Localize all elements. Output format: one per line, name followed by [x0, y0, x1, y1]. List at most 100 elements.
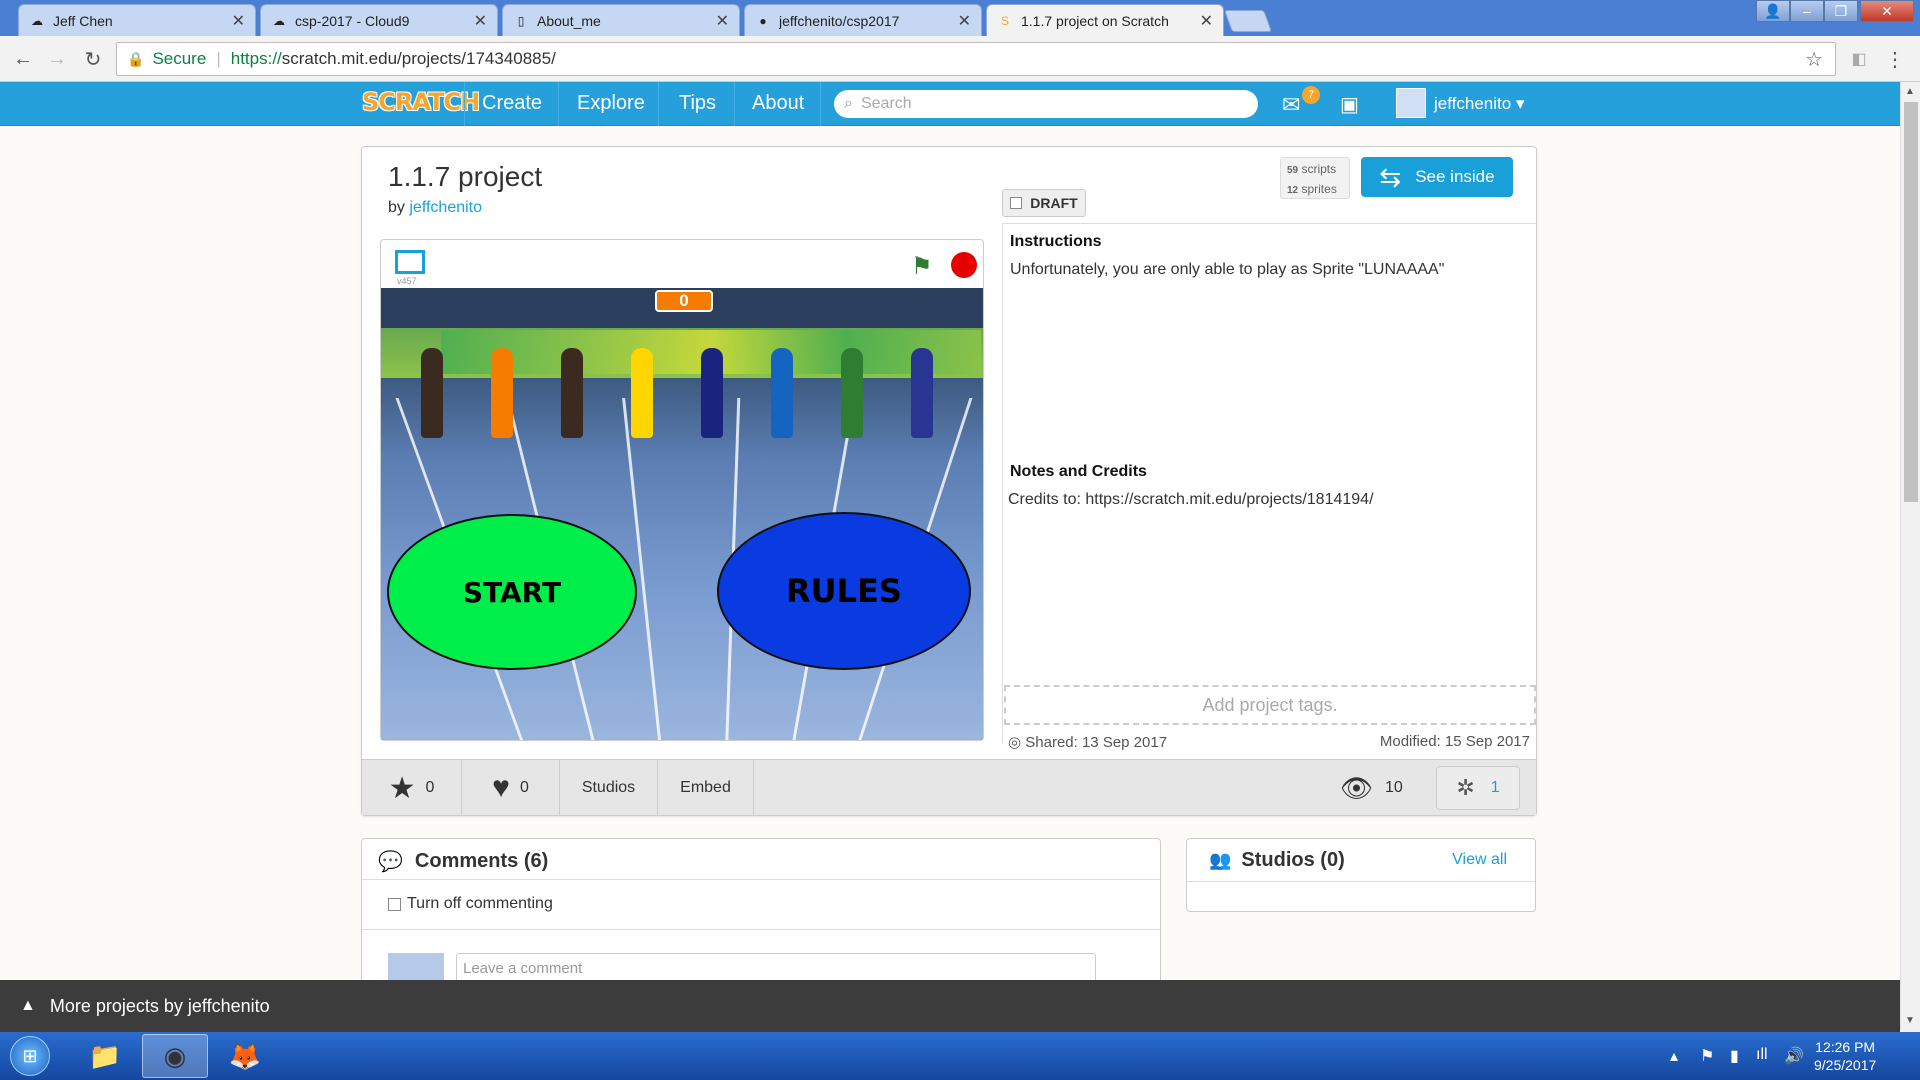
- messages-badge: 7: [1302, 86, 1320, 104]
- nav-about[interactable]: About: [752, 92, 804, 115]
- scroll-up-arrow-icon[interactable]: ▲: [1905, 86, 1915, 97]
- project-stage[interactable]: 0 START RULES: [381, 288, 983, 740]
- see-inside-label: See inside: [1415, 167, 1495, 186]
- runner-sprite: [841, 348, 863, 438]
- minimize-button[interactable]: –: [1790, 0, 1824, 22]
- network-icon[interactable]: ıll: [1756, 1046, 1768, 1064]
- user-icon[interactable]: 👤: [1756, 0, 1790, 22]
- avatar[interactable]: [1396, 88, 1426, 118]
- address-bar[interactable]: 🔒 Secure | https:// scratch.mit.edu /pro…: [116, 42, 1836, 76]
- extension-icon[interactable]: ◧: [1846, 46, 1872, 72]
- close-icon[interactable]: ✕: [232, 11, 245, 31]
- nav-explore[interactable]: Explore: [577, 92, 645, 115]
- sprites-count: 12: [1287, 185, 1299, 196]
- notes-text[interactable]: Credits to: https://scratch.mit.edu/proj…: [1008, 491, 1374, 509]
- file-explorer-icon[interactable]: 📁: [72, 1034, 138, 1078]
- instructions-title: Instructions: [1010, 233, 1102, 250]
- love-button[interactable]: ♥ 0: [462, 760, 560, 816]
- turn-off-commenting[interactable]: Turn off commenting: [388, 895, 553, 913]
- checkbox-icon: [1010, 197, 1023, 209]
- scripts-label: scripts: [1301, 162, 1337, 176]
- by-prefix: by: [388, 199, 405, 216]
- view-all-link[interactable]: View all: [1452, 851, 1507, 869]
- page-content: 1.1.7 project by jeffchenito DRAFT 59 sc…: [0, 126, 1900, 1038]
- volume-icon[interactable]: 🔊: [1784, 1046, 1804, 1066]
- search-placeholder: Search: [860, 95, 912, 112]
- studios-button[interactable]: Studios: [560, 760, 658, 816]
- project-byline: by jeffchenito: [388, 199, 482, 217]
- tab-cloud9[interactable]: ☁ csp-2017 - Cloud9 ✕: [260, 4, 498, 36]
- scratch-header: SCRATCH Create Explore Tips About ⌕ Sear…: [0, 82, 1900, 126]
- document-icon: ▯: [517, 13, 525, 28]
- remix-count: 1: [1490, 779, 1500, 796]
- see-inside-button[interactable]: ⇆ See inside: [1361, 157, 1513, 197]
- green-flag-icon[interactable]: ⚑: [911, 252, 933, 281]
- comments-title: 💬 Comments (6): [378, 849, 548, 874]
- nav-tips[interactable]: Tips: [679, 92, 716, 115]
- draft-toggle[interactable]: DRAFT: [1002, 189, 1086, 217]
- url-host: scratch.mit.edu: [281, 49, 398, 68]
- scroll-thumb[interactable]: [1904, 102, 1918, 502]
- nav-divider: [464, 82, 465, 126]
- close-icon[interactable]: ✕: [716, 11, 729, 31]
- tab-scratch-project[interactable]: S 1.1.7 project on Scratch ✕: [986, 4, 1224, 36]
- back-arrow-icon[interactable]: ←: [10, 46, 36, 72]
- rules-sprite-button[interactable]: RULES: [717, 512, 971, 670]
- windows-start-icon[interactable]: ⊞: [10, 1036, 50, 1076]
- love-count: 0: [519, 779, 529, 796]
- embed-button[interactable]: Embed: [658, 760, 754, 816]
- checkbox-icon[interactable]: [388, 897, 401, 911]
- username-menu[interactable]: jeffchenito ▾: [1434, 94, 1524, 114]
- separator: |: [216, 49, 221, 68]
- tray-expand-icon[interactable]: ▴: [1670, 1046, 1678, 1066]
- battery-icon[interactable]: ▮: [1730, 1046, 1739, 1066]
- taskbar-clock[interactable]: 12:26 PM 9/25/2017: [1814, 1038, 1876, 1074]
- cloud9-icon: ☁: [31, 13, 43, 28]
- notes-title: Notes and Credits: [1010, 463, 1147, 480]
- clock-date: 9/25/2017: [1814, 1057, 1877, 1073]
- tab-title: About_me: [537, 12, 601, 29]
- github-icon: ●: [759, 13, 767, 28]
- stop-sign-icon[interactable]: [951, 252, 977, 278]
- divider: [1002, 223, 1536, 224]
- project-title[interactable]: 1.1.7 project: [388, 161, 542, 193]
- close-icon[interactable]: ✕: [1200, 11, 1213, 31]
- cloud9-icon: ☁: [273, 13, 285, 28]
- scratch-logo[interactable]: SCRATCH: [362, 88, 480, 116]
- firefox-icon[interactable]: 🦊: [212, 1034, 278, 1078]
- add-tags-field[interactable]: Add project tags.: [1004, 685, 1536, 725]
- nav-create[interactable]: Create: [482, 92, 542, 115]
- forward-arrow-icon[interactable]: →: [44, 46, 70, 72]
- author-link[interactable]: jeffchenito: [409, 199, 482, 216]
- remix-tree-button[interactable]: ✲ 1: [1436, 766, 1520, 810]
- start-sprite-button[interactable]: START: [387, 514, 637, 670]
- url-scheme: https://: [230, 49, 282, 68]
- page-scrollbar[interactable]: ▲ ▼: [1900, 82, 1920, 1030]
- new-tab-button[interactable]: [1223, 10, 1273, 32]
- messages-icon[interactable]: ✉: [1282, 92, 1300, 118]
- scroll-down-arrow-icon[interactable]: ▼: [1905, 1015, 1915, 1026]
- window-close-button[interactable]: ✕: [1860, 0, 1914, 22]
- more-projects-bar[interactable]: ▲ More projects by jeffchenito: [0, 980, 1900, 1032]
- my-stuff-icon[interactable]: ▣: [1340, 92, 1359, 117]
- runner-sprite: [771, 348, 793, 438]
- tab-title: csp-2017 - Cloud9: [295, 12, 410, 29]
- tab-jeff-chen[interactable]: ☁ Jeff Chen ✕: [18, 4, 256, 36]
- bookmark-star-icon[interactable]: ☆: [1805, 47, 1823, 72]
- reload-icon[interactable]: ↻: [80, 46, 106, 72]
- action-center-icon[interactable]: ⚑: [1700, 1046, 1714, 1066]
- runner-sprite: [631, 348, 653, 438]
- close-icon[interactable]: ✕: [474, 11, 487, 31]
- tab-about-me[interactable]: ▯ About_me ✕: [502, 4, 740, 36]
- maximize-button[interactable]: ❐: [1824, 0, 1858, 22]
- menu-kebab-icon[interactable]: ⋮: [1882, 46, 1908, 72]
- favorite-button[interactable]: ★ 0: [362, 760, 462, 816]
- tab-github[interactable]: ● jeffchenito/csp2017 ✕: [744, 4, 982, 36]
- search-input[interactable]: ⌕ Search: [834, 90, 1258, 118]
- chrome-icon[interactable]: ◉: [142, 1034, 208, 1078]
- close-icon[interactable]: ✕: [958, 11, 971, 31]
- fullscreen-icon[interactable]: [395, 250, 425, 274]
- project-stats: 59 scripts 12 sprites: [1280, 157, 1350, 199]
- instructions-text[interactable]: Unfortunately, you are only able to play…: [1010, 261, 1444, 279]
- views-count: 👁 10: [1340, 760, 1403, 816]
